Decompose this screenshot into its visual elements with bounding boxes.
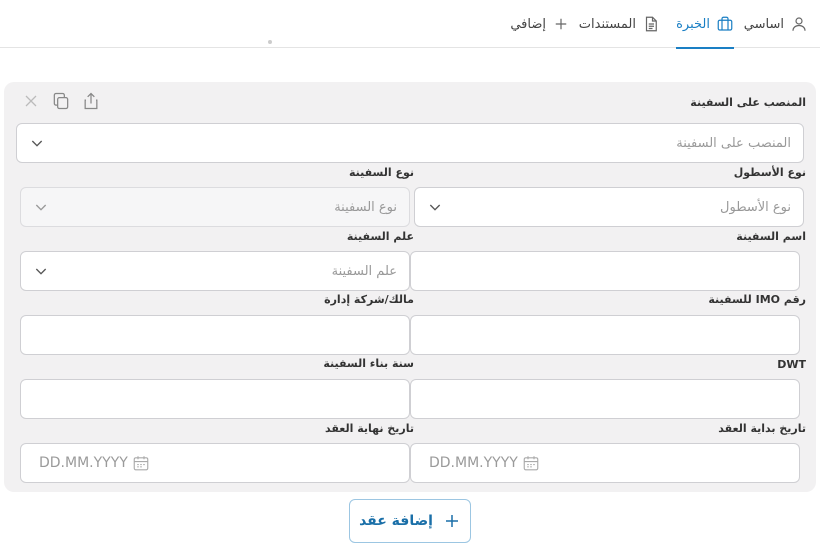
tab-extra[interactable]: إضافي — [510, 8, 570, 40]
add-contract-label: إضافة عقد — [359, 513, 433, 529]
chevron-down-icon — [35, 204, 47, 211]
tab-documents[interactable]: المستندات — [579, 8, 660, 40]
imo-number-label: رقم IMO للسفينة — [708, 293, 806, 306]
owner-company-input[interactable] — [20, 315, 410, 355]
contract-start-label: تاريخ بداية العقد — [718, 422, 806, 435]
contract-end-input[interactable]: DD.MM.YYYY — [20, 443, 410, 483]
contract-start-placeholder: DD.MM.YYYY — [429, 455, 518, 471]
share-icon — [84, 92, 98, 110]
tab-label: المستندات — [578, 16, 636, 32]
vessel-name-label: اسم السفينة — [736, 230, 806, 243]
document-icon — [645, 16, 657, 32]
calendar-icon[interactable] — [522, 454, 540, 472]
tab-label: إضافي — [510, 16, 546, 32]
share-button[interactable] — [80, 90, 102, 112]
vessel-flag-placeholder: علم السفينة — [331, 263, 397, 279]
fleet-type-placeholder: نوع الأسطول — [720, 199, 791, 215]
chevron-down-icon — [429, 204, 441, 211]
vessel-flag-label: علم السفينة — [346, 230, 414, 243]
experience-card: المنصب على السفينة المنصب على السفينة نو… — [4, 82, 816, 492]
plus-icon — [445, 515, 458, 527]
vessel-type-placeholder: نوع السفينة — [334, 199, 397, 215]
tab-bar: اساسي الخبرة المستندات إضافي — [0, 0, 820, 49]
position-select[interactable]: المنصب على السفينة — [16, 123, 804, 163]
chevron-down-icon — [35, 268, 47, 275]
position-label: المنصب على السفينة — [690, 96, 806, 109]
imo-number-input[interactable] — [410, 315, 800, 355]
build-year-label: سنة بناء السفينة — [323, 357, 414, 370]
contract-end-label: تاريخ نهاية العقد — [324, 422, 414, 435]
copy-icon — [53, 92, 69, 110]
calendar-icon[interactable] — [132, 454, 150, 472]
tab-basic[interactable]: اساسي — [744, 8, 808, 40]
copy-button[interactable] — [50, 90, 72, 112]
position-placeholder: المنصب على السفينة — [676, 135, 791, 151]
build-year-input[interactable] — [20, 379, 410, 419]
vessel-type-label: نوع السفينة — [348, 166, 414, 179]
plus-icon — [555, 18, 567, 30]
contract-start-input[interactable]: DD.MM.YYYY — [410, 443, 800, 483]
vessel-type-select[interactable]: نوع السفينة — [20, 187, 410, 227]
close-icon — [25, 95, 37, 107]
vessel-flag-select[interactable]: علم السفينة — [20, 251, 410, 291]
add-contract-button[interactable]: إضافة عقد — [349, 499, 471, 543]
chevron-down-icon — [31, 140, 43, 147]
dwt-label: DWT — [777, 358, 806, 371]
contract-end-placeholder: DD.MM.YYYY — [39, 455, 128, 471]
owner-company-label: مالك/شركة إدارة — [324, 293, 414, 306]
tab-label: اساسي — [743, 16, 784, 32]
dwt-input[interactable] — [410, 379, 800, 419]
briefcase-icon — [717, 16, 733, 31]
tab-experience[interactable]: الخبرة — [676, 8, 734, 49]
close-button[interactable] — [20, 90, 42, 112]
vessel-name-input[interactable] — [410, 251, 800, 291]
tab-label: الخبرة — [676, 16, 710, 32]
fleet-type-label: نوع الأسطول — [733, 166, 806, 179]
user-icon — [792, 17, 806, 31]
card-actions — [20, 90, 102, 112]
fleet-type-select[interactable]: نوع الأسطول — [414, 187, 804, 227]
decor-dot — [268, 40, 272, 44]
